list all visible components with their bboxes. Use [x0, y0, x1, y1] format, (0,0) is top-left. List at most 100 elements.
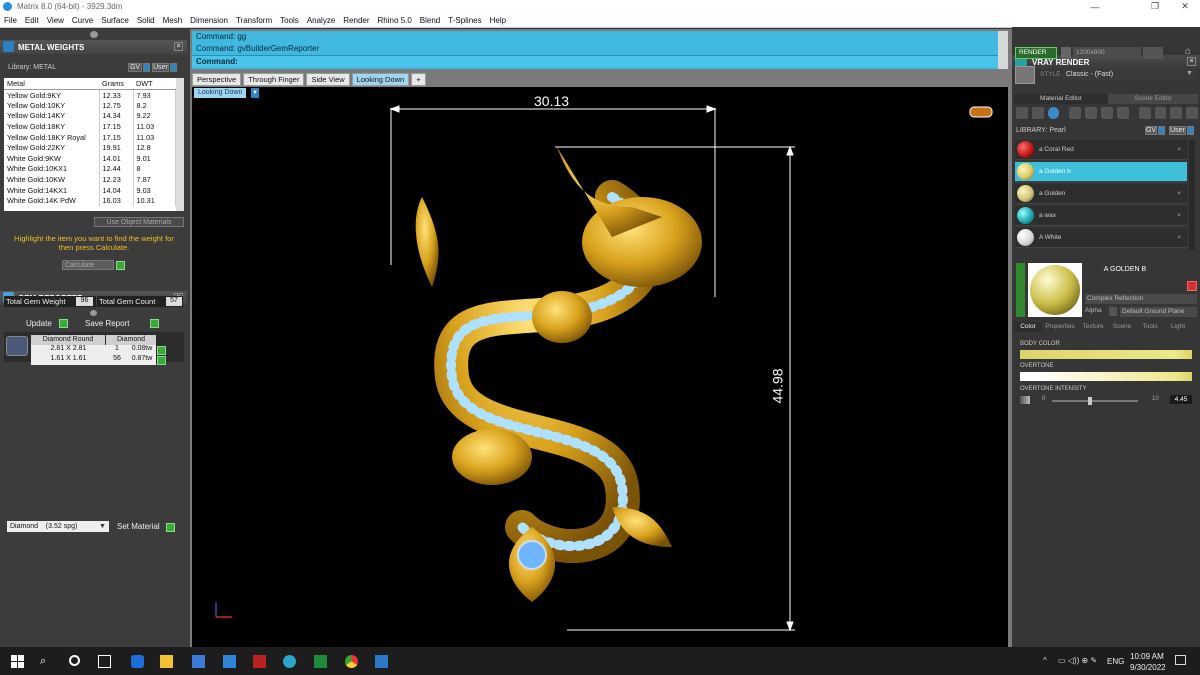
table-row[interactable]: Yellow Gold:22KY 19.91 12.8 [4, 142, 176, 154]
table-row[interactable]: Yellow Gold:18KY 17.15 11.03 [4, 121, 176, 132]
table-row[interactable]: White Gold:14KX1 14.04 9.03 [4, 184, 176, 196]
remove-material-icon[interactable]: × [1177, 146, 1181, 153]
menu-curve[interactable]: Curve [68, 16, 97, 25]
preview-collapse-icon[interactable] [1016, 263, 1025, 317]
tab-through-finger[interactable]: Through Finger [243, 73, 305, 86]
render-settings-icon[interactable] [1061, 47, 1071, 59]
set-material-go-icon[interactable] [166, 523, 175, 532]
diamond-material-icon[interactable] [1031, 107, 1044, 119]
viewport-label[interactable]: Looking Down [194, 88, 247, 98]
app-icon-cyan[interactable] [283, 655, 296, 668]
command-prompt[interactable]: Command: [192, 55, 1008, 67]
material-item-coral-red[interactable]: a Coral Red × [1015, 140, 1187, 160]
pick-icon[interactable] [1154, 107, 1167, 119]
tab-scene-editor[interactable]: Scene Editor [1108, 94, 1198, 104]
chevron-down-icon[interactable]: ▼ [99, 523, 106, 530]
tab-color[interactable]: Color [1014, 322, 1042, 332]
style-select[interactable]: Classic - (Fast) [1063, 69, 1196, 81]
gem-row-select-icon[interactable] [157, 356, 166, 365]
menu-tools[interactable]: Tools [276, 16, 303, 25]
grid-icon[interactable] [1101, 107, 1113, 119]
camera-icon[interactable] [1143, 47, 1163, 59]
save-material-icon[interactable] [1016, 107, 1028, 119]
table-row[interactable]: Yellow Gold:18KY Royal 17.15 11.03 [4, 131, 176, 143]
remove-material-icon[interactable]: × [1177, 190, 1181, 197]
body-color-slider[interactable] [1020, 350, 1192, 359]
menu-rhino[interactable]: Rhino 5.0 [374, 16, 416, 25]
table-row[interactable]: 2.81 X 2.81 1 0.08tw [31, 345, 156, 355]
menu-file[interactable]: File [0, 16, 21, 25]
reset-material-icon[interactable] [1187, 281, 1197, 291]
tab-texture[interactable]: Texture [1078, 322, 1108, 332]
tab-material-editor[interactable]: Material Editor [1014, 94, 1108, 104]
ground-select[interactable]: Default Ground Plane [1120, 307, 1197, 317]
col-metal[interactable]: Metal [4, 78, 99, 90]
menu-mesh[interactable]: Mesh [159, 16, 187, 25]
col-dwt[interactable]: DWT [133, 78, 176, 90]
tab-tools[interactable]: Tools [1136, 322, 1164, 332]
material-item-golden-b[interactable]: a Golden b × [1015, 162, 1187, 182]
table-row[interactable]: White Gold:9KW 14.01 9.01 [4, 153, 176, 164]
reflection-select[interactable]: Complex Reflection [1085, 294, 1197, 304]
panel-grip-icon[interactable] [90, 31, 98, 38]
close-vray-icon[interactable]: × [1187, 57, 1196, 66]
menu-render[interactable]: Render [339, 16, 373, 25]
table-row[interactable]: White Gold:10KW 12.23 7.87 [4, 174, 176, 185]
menu-dimension[interactable]: Dimension [186, 16, 232, 25]
material-list-scrollbar[interactable] [1189, 140, 1195, 250]
command-scrollbar[interactable] [998, 31, 1008, 69]
file-explorer-icon[interactable] [160, 655, 173, 668]
menu-tsplines[interactable]: T-Splines [444, 16, 485, 25]
table-row[interactable]: 1.61 X 1.61 56 0.87tw [31, 355, 156, 365]
tab-looking-down[interactable]: Looking Down [351, 73, 410, 86]
alpha-toggle[interactable] [1109, 307, 1117, 316]
texture-icon[interactable] [1069, 107, 1082, 119]
menu-surface[interactable]: Surface [97, 16, 133, 25]
intensity-value[interactable]: 4.45 [1170, 395, 1192, 404]
remove-material-icon[interactable]: × [1177, 168, 1181, 175]
tab-light[interactable]: Light [1164, 322, 1192, 332]
gem-row-select-icon[interactable] [157, 346, 166, 355]
vray-library-gv-toggle[interactable] [1158, 126, 1165, 135]
save-report-go-icon[interactable] [150, 319, 159, 328]
paint-icon[interactable] [1116, 107, 1129, 119]
remove-material-icon[interactable]: × [1177, 212, 1181, 219]
viewport[interactable]: 30.13 44.98 [192, 87, 1008, 647]
gem-material-select[interactable]: Diamond (3.52 spg) [7, 521, 109, 532]
edge-icon[interactable] [131, 655, 144, 668]
windows-start-icon[interactable] [11, 655, 24, 668]
dragon-model[interactable] [415, 147, 702, 602]
metal-library-user-button[interactable]: User [152, 63, 169, 72]
tray-icons[interactable]: ▭ ◁)) ⊕ ✎ [1058, 656, 1097, 665]
menu-edit[interactable]: Edit [21, 16, 43, 25]
overtone-slider[interactable] [1020, 372, 1192, 381]
use-object-materials-button[interactable]: Use Object Materials [94, 217, 184, 227]
add-tab-button[interactable]: + [411, 73, 426, 86]
metal-library-gv-button[interactable]: GV [128, 63, 142, 72]
table-row[interactable]: Yellow Gold:14KY 14.34 9.22 [4, 110, 176, 122]
menu-view[interactable]: View [43, 16, 68, 25]
menu-solid[interactable]: Solid [133, 16, 159, 25]
close-metal-weights-icon[interactable]: × [174, 42, 183, 51]
sphere-material-icon[interactable] [1047, 107, 1060, 119]
color-icon[interactable] [1170, 107, 1183, 119]
table-row[interactable]: Yellow Gold:10KY 12.75 8.2 [4, 100, 176, 111]
matrix-app-icon[interactable] [253, 655, 266, 668]
photos-icon[interactable] [375, 655, 388, 668]
close-window-button[interactable]: ✕ [1170, 0, 1200, 13]
tab-properties[interactable]: Properties [1042, 322, 1078, 332]
metal-table-scrollbar[interactable] [176, 78, 184, 211]
hand-icon[interactable] [1138, 107, 1151, 119]
store-icon[interactable] [192, 655, 205, 668]
metal-library-user-toggle[interactable] [170, 63, 177, 72]
render-button[interactable]: RENDER [1015, 47, 1057, 59]
viewport-menu-chevron-icon[interactable]: ▼ [251, 88, 259, 98]
update-go-icon[interactable] [59, 319, 68, 328]
set-material-button[interactable]: Set Material [117, 522, 160, 531]
calculate-button[interactable]: Calculate [62, 260, 114, 270]
col-grams[interactable]: Grams [99, 78, 133, 90]
menu-transform[interactable]: Transform [232, 16, 276, 25]
table-row[interactable]: White Gold:14K PdW 16.03 10.31 [4, 195, 176, 207]
remove-material-icon[interactable]: × [1177, 234, 1181, 241]
clock-date[interactable]: 9/30/2022 [1130, 663, 1166, 672]
